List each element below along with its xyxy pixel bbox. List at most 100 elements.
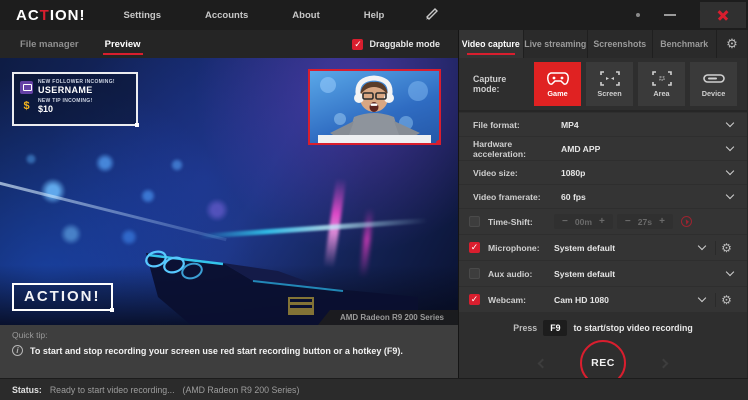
time-shift-row: Time-Shift: − 00m + − 27s +: [459, 209, 747, 234]
capture-mode-row: Capture mode: Game: [459, 58, 747, 112]
aux-audio-checkbox[interactable]: [469, 268, 480, 279]
pen-tool-button[interactable]: [424, 6, 440, 25]
status-text: Ready to start video recording...: [50, 385, 175, 395]
fps-gun: [128, 201, 418, 325]
time-shift-checkbox[interactable]: [469, 216, 480, 227]
webcam-select[interactable]: Cam HD 1080: [554, 295, 709, 305]
gamepad-icon: [547, 71, 569, 86]
keycap-f9: F9: [543, 320, 567, 336]
area-icon: [652, 71, 672, 86]
chevron-down-icon: [698, 294, 706, 302]
app-logo: ACTION!: [16, 7, 86, 24]
capture-mode-option-label: Device: [702, 89, 726, 98]
field-value: 1080p: [561, 168, 585, 178]
draggable-mode-label: Draggable mode: [369, 39, 440, 49]
status-bar: Status: Ready to start video recording..…: [0, 378, 748, 400]
minus-button[interactable]: −: [562, 216, 568, 227]
menu-settings[interactable]: Settings: [124, 10, 161, 21]
field-value: MP4: [561, 120, 579, 130]
tab-preview[interactable]: Preview: [99, 30, 147, 58]
app-window: ACTION! Settings Accounts About Help Fil…: [0, 0, 748, 400]
drag-handle[interactable]: [135, 123, 139, 127]
webcam-row: ✓ Webcam: Cam HD 1080 ⚙: [459, 287, 747, 312]
capture-mode-option-label: Screen: [597, 89, 621, 98]
pen-icon: [424, 6, 440, 20]
plus-button[interactable]: +: [659, 216, 665, 227]
minus-button[interactable]: −: [625, 216, 631, 227]
file-format-select[interactable]: File format: MP4: [459, 113, 747, 136]
capture-mode-area-button[interactable]: Area: [638, 62, 685, 106]
webcam-gear-button[interactable]: ⚙: [715, 293, 737, 307]
draggable-mode-checkbox[interactable]: ✓: [352, 39, 363, 50]
webcam-overlay[interactable]: [308, 69, 441, 145]
microphone-checkbox[interactable]: ✓: [469, 242, 480, 253]
action-watermark: ACTION!: [12, 283, 113, 311]
capture-mode-option-label: Area: [653, 89, 669, 98]
rec-left-arrow: [538, 358, 548, 368]
watermark-text: ACTION!: [24, 288, 101, 305]
tip-amount: $10: [38, 104, 92, 114]
tab-file-manager[interactable]: File manager: [14, 30, 85, 58]
time-shift-minutes-stepper: − 00m +: [554, 214, 613, 229]
device-icon: [703, 71, 725, 86]
time-shift-seconds-stepper: − 27s +: [617, 214, 673, 229]
status-label: Status:: [12, 385, 42, 395]
field-label: File format:: [473, 120, 561, 130]
tab-benchmark[interactable]: Benchmark: [653, 30, 718, 58]
rec-right-arrow: [659, 358, 669, 368]
drag-handle[interactable]: [436, 140, 441, 145]
hint-suffix: to start/stop video recording: [573, 323, 692, 333]
screen-icon: [600, 71, 620, 86]
capture-mode-screen-button[interactable]: Screen: [586, 62, 633, 106]
tray-dot-button[interactable]: [636, 13, 640, 17]
webcam-person: [310, 71, 439, 143]
capture-mode-label: Capture mode:: [473, 74, 534, 94]
hardware-acceleration-select[interactable]: Hardware acceleration: AMD APP: [459, 137, 747, 160]
settings-body: Capture mode: Game: [459, 58, 747, 386]
microphone-label: Microphone:: [488, 243, 554, 253]
hint-prefix: Press: [513, 323, 537, 333]
preview-tab-bar: File manager Preview ✓ Draggable mode: [0, 30, 458, 58]
aux-audio-row: Aux audio: System default: [459, 261, 747, 286]
field-value: System default: [554, 243, 615, 253]
logo-part: ION!: [50, 7, 86, 24]
video-size-select[interactable]: Video size: 1080p: [459, 161, 747, 184]
capture-mode-option-label: Game: [547, 89, 567, 98]
hotkey-hint: Press F9 to start/stop video recording: [459, 316, 747, 340]
menu-help[interactable]: Help: [364, 10, 385, 21]
follower-username: USERNAME: [38, 85, 115, 95]
game-preview: NEW FOLLOWER INCOMING! USERNAME $ NEW TI…: [0, 58, 458, 325]
menu-accounts[interactable]: Accounts: [205, 10, 248, 21]
capture-mode-game-button[interactable]: Game: [534, 62, 581, 106]
chevron-down-icon: [726, 119, 734, 127]
status-gpu: (AMD Radeon R9 200 Series): [183, 385, 300, 395]
webcam-checkbox[interactable]: ✓: [469, 294, 480, 305]
quick-tip-panel: Quick tip: i To start and stop recording…: [0, 325, 458, 378]
microphone-gear-button[interactable]: ⚙: [715, 241, 737, 255]
drag-handle: [110, 308, 114, 312]
microphone-row: ✓ Microphone: System default ⚙: [459, 235, 747, 260]
microphone-select[interactable]: System default: [554, 243, 709, 253]
chevron-down-icon: [698, 242, 706, 250]
stream-alert-overlay[interactable]: NEW FOLLOWER INCOMING! USERNAME $ NEW TI…: [12, 72, 138, 126]
minimize-icon[interactable]: [664, 14, 676, 16]
field-label: Hardware acceleration:: [473, 139, 561, 159]
timeshift-reset-icon[interactable]: [681, 216, 692, 227]
menu-about[interactable]: About: [292, 10, 319, 21]
plus-button[interactable]: +: [599, 216, 605, 227]
title-bar: ACTION! Settings Accounts About Help: [0, 0, 748, 30]
aux-audio-select[interactable]: System default: [554, 269, 737, 279]
field-label: Video size:: [473, 168, 561, 178]
settings-tab-bar: Video capture Live streaming Screenshots…: [459, 30, 747, 58]
video-framerate-select[interactable]: Video framerate: 60 fps: [459, 185, 747, 208]
tab-live-streaming[interactable]: Live streaming: [524, 30, 589, 58]
logo-part: AC: [16, 7, 40, 24]
logo-part-red: T: [40, 7, 50, 24]
capture-mode-device-button[interactable]: Device: [690, 62, 737, 106]
settings-gear-button[interactable]: ⚙: [717, 30, 747, 58]
tab-video-capture[interactable]: Video capture: [459, 30, 524, 58]
tab-screenshots[interactable]: Screenshots: [588, 30, 653, 58]
capture-settings-panel: Video capture Live streaming Screenshots…: [459, 30, 747, 378]
close-icon[interactable]: [700, 2, 746, 28]
draggable-mode-toggle[interactable]: ✓ Draggable mode: [352, 39, 440, 50]
